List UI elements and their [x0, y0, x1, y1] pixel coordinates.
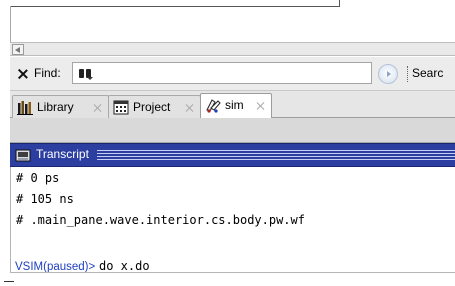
horizontal-scrollbar[interactable] [10, 42, 455, 56]
pane-splitter[interactable] [10, 118, 455, 143]
toolbar-separator [407, 66, 408, 82]
pane-border-end [339, 0, 340, 7]
tab-strip: Library Project sim [10, 91, 455, 119]
scroll-left-icon[interactable] [12, 44, 24, 55]
transcript-icon [15, 149, 31, 162]
upper-pane [0, 0, 455, 43]
close-tab-icon[interactable] [93, 104, 101, 112]
library-icon [17, 101, 33, 115]
console-bottom-border [10, 272, 455, 286]
transcript-titlebar: Transcript [10, 143, 455, 167]
find-label: Find: [34, 66, 61, 80]
titlebar-grip[interactable] [97, 150, 455, 161]
tab-library[interactable]: Library [12, 95, 109, 118]
close-find-icon[interactable] [18, 69, 27, 78]
search-label: Searc [412, 66, 444, 80]
pane-corner-mark [4, 281, 14, 282]
tab-library-label: Library [37, 100, 74, 114]
find-input[interactable] [72, 62, 372, 84]
tab-project[interactable]: Project [108, 95, 201, 118]
console-line: # 0 ps [16, 171, 60, 185]
close-tab-icon[interactable] [256, 102, 264, 110]
transcript-console[interactable]: # 0 ps # 105 ns # .main_pane.wave.interi… [10, 167, 455, 273]
sim-icon [206, 99, 221, 113]
close-tab-icon[interactable] [185, 104, 193, 112]
find-toolbar: Find: Searc [10, 57, 455, 91]
find-go-button[interactable] [378, 64, 398, 84]
console-line: # 105 ns [16, 192, 74, 206]
transcript-title: Transcript [36, 147, 89, 161]
pane-left-border [10, 6, 11, 43]
tab-sim[interactable]: sim [200, 93, 272, 119]
tab-project-label: Project [133, 100, 171, 114]
project-icon [113, 100, 129, 115]
tab-sim-label: sim [225, 98, 244, 112]
console-line: # .main_pane.wave.interior.cs.body.pw.wf [16, 213, 305, 227]
dropdown-arrow-icon[interactable] [87, 77, 93, 80]
command-input[interactable]: do x.do [99, 259, 150, 273]
pane-border [10, 6, 340, 7]
